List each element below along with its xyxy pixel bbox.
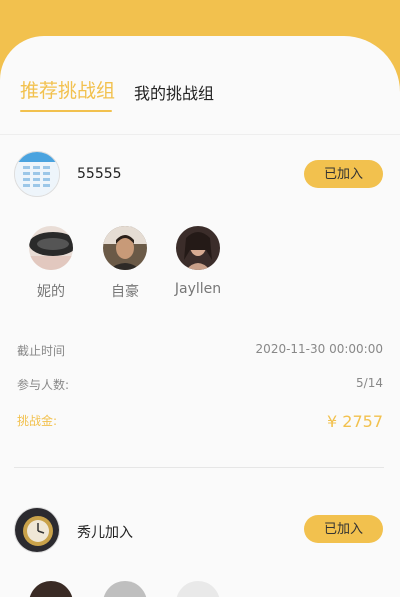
woman-portrait-avatar bbox=[176, 226, 220, 270]
group-name: 55555 bbox=[77, 166, 122, 182]
member-item[interactable]: Jayllen bbox=[168, 226, 228, 297]
group-name: 秀儿加入 bbox=[77, 525, 133, 541]
member-name: 自豪 bbox=[111, 284, 139, 300]
member-item[interactable]: 自豪 bbox=[95, 226, 155, 301]
spreadsheet-thumbnail-icon bbox=[14, 151, 60, 197]
prize-label: 挑战金: bbox=[17, 414, 58, 428]
content-panel: 推荐挑战组 我的挑战组 55555 已加入 妮的 自豪 Jayllen 截止时间… bbox=[0, 36, 400, 597]
participants-label: 参与人数: bbox=[17, 378, 70, 392]
participants-value: 5/14 bbox=[356, 376, 383, 390]
tabs-divider bbox=[0, 134, 400, 135]
deadline-value: 2020-11-30 00:00:00 bbox=[255, 342, 383, 356]
member-avatar bbox=[29, 581, 73, 597]
member-item[interactable] bbox=[21, 581, 81, 597]
tab-my-groups[interactable]: 我的挑战组 bbox=[134, 80, 214, 104]
member-avatar bbox=[176, 581, 220, 597]
joined-button[interactable]: 已加入 bbox=[304, 515, 383, 543]
active-tab-indicator bbox=[20, 110, 112, 112]
joined-button[interactable]: 已加入 bbox=[304, 160, 383, 188]
tab-bar: 推荐挑战组 我的挑战组 bbox=[0, 76, 400, 116]
deadline-label: 截止时间 bbox=[17, 344, 66, 358]
member-item[interactable] bbox=[168, 581, 228, 597]
member-avatar bbox=[103, 581, 147, 597]
member-item[interactable] bbox=[95, 581, 155, 597]
gold-watch-photo-avatar bbox=[14, 507, 60, 553]
member-item[interactable]: 妮的 bbox=[21, 226, 81, 301]
dark-car-photo-avatar bbox=[29, 226, 73, 270]
tab-recommended[interactable]: 推荐挑战组 bbox=[20, 76, 115, 103]
member-name: Jayllen bbox=[174, 281, 222, 297]
group-divider bbox=[14, 467, 384, 468]
member-name: 妮的 bbox=[37, 284, 65, 300]
man-portrait-avatar bbox=[103, 226, 147, 270]
prize-value: ¥ 2757 bbox=[327, 412, 383, 431]
